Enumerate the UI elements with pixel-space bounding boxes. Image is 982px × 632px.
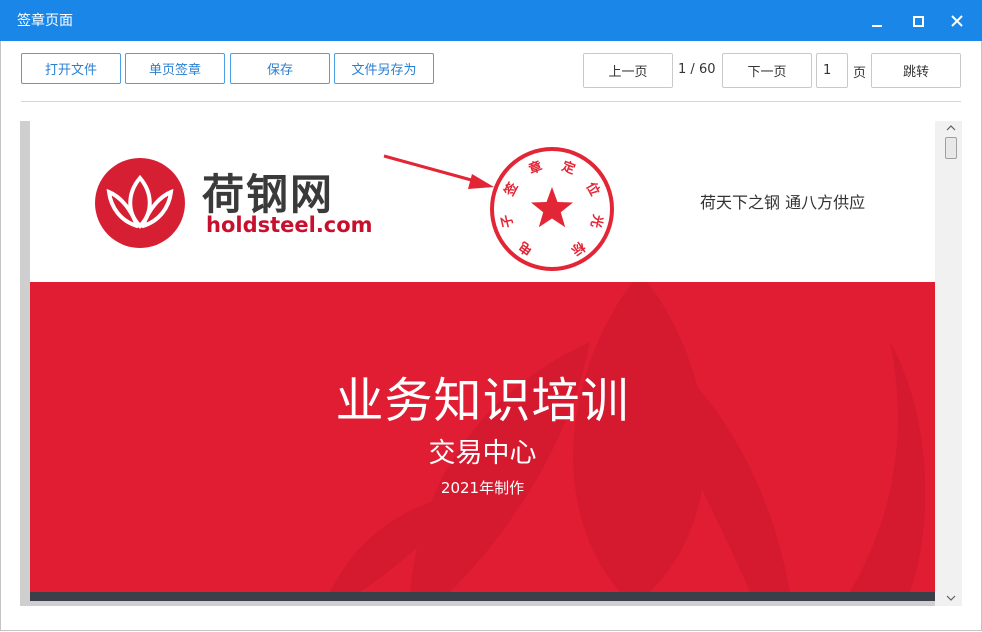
seal-text: 电子签章定位光标 [488, 145, 616, 273]
lotus-logo-icon [95, 158, 185, 248]
vertical-scrollbar[interactable] [935, 121, 962, 606]
close-icon [951, 15, 963, 27]
title-bar: 签章页面 [0, 0, 982, 41]
save-button[interactable]: 保存 [230, 53, 330, 84]
document-viewer[interactable]: 荷钢网 holdsteel.com 电子签章定位光标 荷天下之钢 通八方供应 业… [20, 121, 962, 606]
scroll-down-icon[interactable] [945, 593, 957, 603]
slogan-text: 荷天下之钢 通八方供应 [700, 193, 866, 212]
logo-domain-text: holdsteel.com [206, 213, 373, 237]
maximize-icon [913, 16, 924, 27]
main-title: 业务知识培训 [335, 373, 630, 429]
arrow-icon [383, 154, 494, 189]
scrollbar-thumb[interactable] [945, 137, 957, 159]
seal-char: 子 [499, 212, 518, 230]
close-button[interactable] [946, 10, 968, 32]
seal-char: 光 [586, 212, 605, 230]
page-unit-label: 页 [853, 66, 867, 81]
seal-char: 定 [559, 159, 577, 178]
window-title: 签章页面 [17, 13, 73, 29]
subtitle: 交易中心 [428, 438, 537, 469]
seal-char: 位 [582, 180, 602, 199]
jump-button[interactable]: 跳转 [871, 53, 961, 88]
seal-char: 签 [502, 180, 522, 199]
prev-page-button[interactable]: 上一页 [583, 53, 673, 88]
electronic-seal-stamp[interactable]: 电子签章定位光标 [488, 145, 616, 273]
open-file-button[interactable]: 打开文件 [21, 53, 121, 84]
seal-char: 章 [527, 159, 545, 178]
minimize-icon [872, 25, 882, 27]
page-number-input[interactable] [816, 53, 848, 88]
seal-char: 电 [516, 237, 536, 258]
next-page-button[interactable]: 下一页 [722, 53, 812, 88]
year-text: 2021年制作 [440, 479, 525, 497]
single-page-sign-button[interactable]: 单页签章 [125, 53, 225, 84]
toolbar-divider [21, 101, 961, 102]
page-indicator: 1 / 60 [678, 62, 716, 77]
page-separator: / [690, 62, 695, 77]
maximize-button[interactable] [907, 10, 929, 32]
document-page: 荷钢网 holdsteel.com 电子签章定位光标 荷天下之钢 通八方供应 业… [30, 121, 935, 601]
minimize-button[interactable] [866, 10, 888, 32]
save-as-button[interactable]: 文件另存为 [334, 53, 434, 84]
page-bottom-strip [30, 592, 935, 601]
total-pages: 60 [698, 62, 716, 77]
scroll-up-icon[interactable] [945, 123, 957, 133]
current-page: 1 [678, 62, 687, 77]
seal-char: 标 [568, 237, 588, 258]
